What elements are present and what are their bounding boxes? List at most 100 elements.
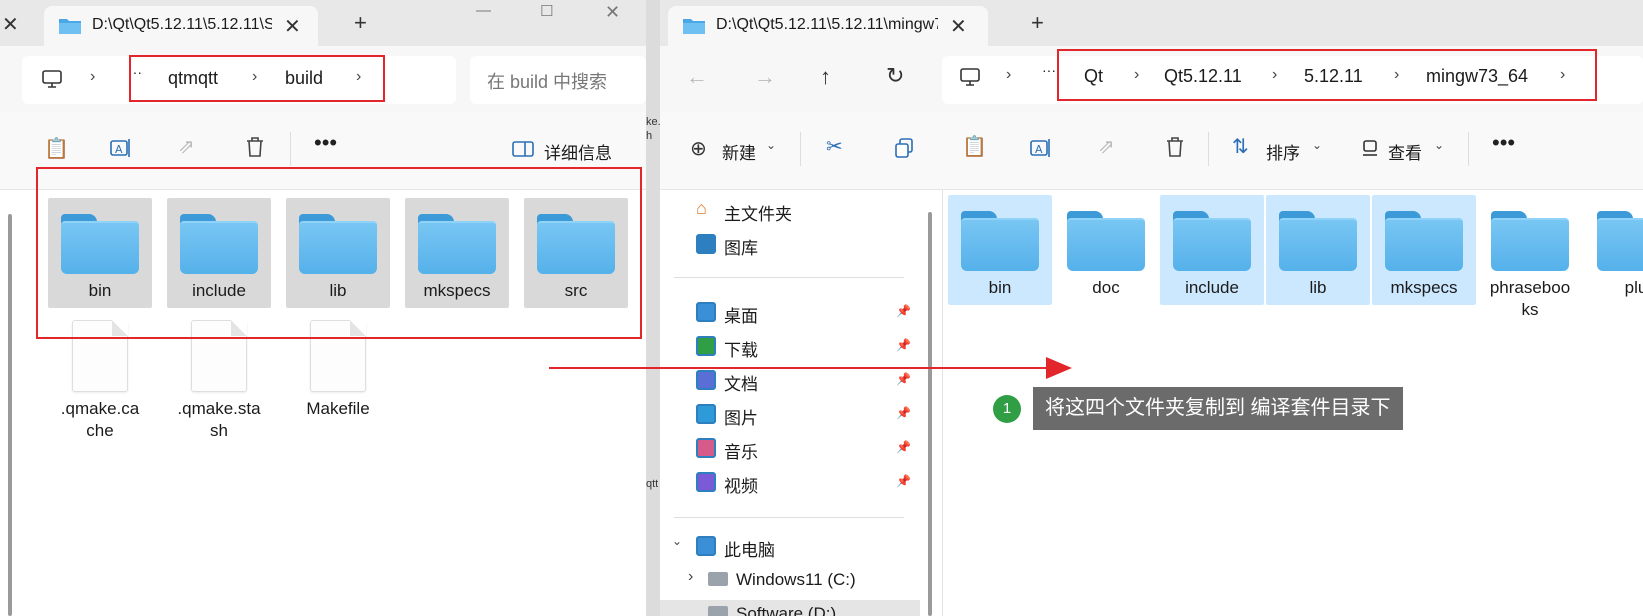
back-icon[interactable]: ← xyxy=(686,64,708,90)
sort-icon[interactable]: ⇅ xyxy=(1232,134,1249,159)
share-icon[interactable]: ⇗ xyxy=(178,134,195,159)
chevron-right-icon[interactable]: › xyxy=(1394,66,1399,84)
forward-icon[interactable]: → xyxy=(754,64,776,90)
chevron-down-icon[interactable]: ⌄ xyxy=(672,534,682,548)
breadcrumb-qtmqtt[interactable]: qtmqtt xyxy=(168,68,218,89)
chevron-right-icon[interactable]: › xyxy=(356,68,361,86)
delete-icon[interactable] xyxy=(1165,136,1185,158)
view-button[interactable]: 查看 xyxy=(1388,139,1422,164)
folder-item[interactable]: doc xyxy=(1054,195,1158,305)
more-options-icon[interactable]: ••• xyxy=(314,130,337,156)
folder-item[interactable]: bin xyxy=(948,195,1052,305)
maximize-icon[interactable]: ☐ xyxy=(540,2,553,20)
chevron-right-icon[interactable]: › xyxy=(90,68,95,86)
chevron-right-icon[interactable]: › xyxy=(688,568,693,586)
pin-icon[interactable]: 📌 xyxy=(896,474,911,488)
vertical-scrollbar[interactable] xyxy=(8,214,12,616)
folder-item[interactable]: lib xyxy=(1266,195,1370,305)
delete-icon[interactable] xyxy=(245,136,265,158)
nav-item-drive-d[interactable]: Software (D:) xyxy=(660,600,920,616)
close-window-icon[interactable]: ✕ xyxy=(605,2,620,23)
chevron-right-icon[interactable]: › xyxy=(1560,66,1565,84)
more-options-icon[interactable]: ••• xyxy=(1492,130,1515,156)
new-tab-button[interactable]: + xyxy=(1031,10,1044,36)
item-label: mkspecs xyxy=(1390,278,1458,297)
chevron-right-icon[interactable]: › xyxy=(252,68,257,86)
paste-icon[interactable]: 📋 xyxy=(44,136,69,161)
nav-item-quick-access[interactable]: 视频 📌 xyxy=(660,468,920,498)
chevron-right-icon[interactable]: › xyxy=(1134,66,1139,84)
nav-item-drive-c[interactable]: › Windows11 (C:) xyxy=(660,566,920,596)
nav-item-quick-access[interactable]: 音乐 📌 xyxy=(660,434,920,464)
chevron-down-icon[interactable]: ⌄ xyxy=(1312,138,1322,152)
folder-item[interactable]: plu xyxy=(1584,195,1643,305)
nav-item-quick-access[interactable]: 图片 📌 xyxy=(660,400,920,430)
new-tab-button[interactable]: + xyxy=(354,10,367,36)
share-icon[interactable]: ⇗ xyxy=(1098,134,1115,159)
pin-icon[interactable]: 📌 xyxy=(896,406,911,420)
pin-icon[interactable]: 📌 xyxy=(896,440,911,454)
nav-item-label: 文档 xyxy=(724,375,758,394)
folder-item[interactable]: include xyxy=(167,198,271,308)
new-button[interactable]: 新建 xyxy=(722,139,756,164)
item-label: bin xyxy=(88,281,112,300)
breadcrumb-qt[interactable]: Qt xyxy=(1084,66,1103,87)
paste-icon[interactable]: 📋 xyxy=(962,134,987,159)
view-icon[interactable] xyxy=(1362,140,1378,158)
cut-icon[interactable]: ✂ xyxy=(826,134,843,159)
breadcrumb-5-12-11[interactable]: 5.12.11 xyxy=(1304,66,1363,87)
rename-icon[interactable]: A xyxy=(1030,138,1052,158)
rename-icon[interactable]: A xyxy=(110,138,132,158)
pin-icon[interactable]: 📌 xyxy=(896,338,911,352)
chevron-down-icon[interactable]: ⌄ xyxy=(1434,138,1444,152)
folder-item[interactable]: src xyxy=(524,198,628,308)
folder-item[interactable]: mkspecs xyxy=(405,198,509,308)
breadcrumb-more[interactable]: ··· xyxy=(1042,62,1056,78)
file-icon xyxy=(191,320,247,392)
breadcrumb-mingw73-64[interactable]: mingw73_64 xyxy=(1426,66,1528,87)
copy-icon[interactable] xyxy=(894,138,914,158)
breadcrumb-more[interactable]: ··· xyxy=(128,64,142,80)
folder-item[interactable]: phraseboo ks xyxy=(1478,195,1582,319)
folder-item[interactable]: include xyxy=(1160,195,1264,305)
chevron-right-icon[interactable]: › xyxy=(1006,66,1011,84)
sliver-text: ke. xyxy=(646,116,660,128)
nav-item-gallery[interactable]: 图库 xyxy=(660,230,920,260)
tab-active[interactable]: D:\Qt\Qt5.12.11\5.12.11\mingw7 ✕ xyxy=(668,6,988,46)
refresh-icon[interactable]: ↻ xyxy=(886,63,904,89)
up-icon[interactable]: ↑ xyxy=(820,64,831,90)
new-icon[interactable]: ⊕ xyxy=(690,136,707,161)
folder-item[interactable]: mkspecs xyxy=(1372,195,1476,305)
file-item[interactable]: .qmake.sta sh xyxy=(167,316,271,440)
sort-button[interactable]: 排序 xyxy=(1266,139,1300,164)
chevron-right-icon[interactable]: › xyxy=(1272,66,1277,84)
tab-close-icon[interactable]: ✕ xyxy=(950,14,967,39)
nav-item-label: 桌面 xyxy=(724,307,758,326)
computer-icon[interactable] xyxy=(960,68,980,86)
nav-scrollbar[interactable] xyxy=(928,212,932,616)
file-item[interactable]: Makefile xyxy=(286,316,390,440)
tab-active[interactable]: D:\Qt\Qt5.12.11\5.12.11\S ✕ xyxy=(44,6,318,46)
details-pane-icon[interactable] xyxy=(512,141,534,157)
breadcrumb-qt5-12-11[interactable]: Qt5.12.11 xyxy=(1164,66,1242,87)
pin-icon[interactable]: 📌 xyxy=(896,372,911,386)
nav-item-quick-access[interactable]: 桌面 📌 xyxy=(660,298,920,328)
details-label[interactable]: 详细信息 xyxy=(544,139,612,164)
breadcrumb-build[interactable]: build xyxy=(285,68,323,89)
nav-item-quick-access[interactable]: 文档 📌 xyxy=(660,366,920,396)
tab-close-icon[interactable]: ✕ xyxy=(284,14,301,39)
chevron-down-icon[interactable]: ⌄ xyxy=(766,138,776,152)
folder-icon xyxy=(180,210,258,274)
nav-item-this-pc[interactable]: ⌄ 此电脑 xyxy=(660,532,920,562)
pin-icon[interactable]: 📌 xyxy=(896,304,911,318)
folder-item[interactable]: bin xyxy=(48,198,152,308)
close-tab-icon[interactable]: ✕ xyxy=(2,12,19,37)
minimize-icon[interactable]: — xyxy=(476,2,491,19)
file-item[interactable]: .qmake.ca che xyxy=(48,316,152,440)
search-placeholder[interactable]: 在 build 中搜索 xyxy=(487,68,607,94)
computer-icon[interactable] xyxy=(42,70,62,88)
address-bar[interactable] xyxy=(22,56,456,104)
nav-item-home[interactable]: ⌂ 主文件夹 xyxy=(660,196,920,226)
nav-item-quick-access[interactable]: 下载 📌 xyxy=(660,332,920,362)
folder-item[interactable]: lib xyxy=(286,198,390,308)
